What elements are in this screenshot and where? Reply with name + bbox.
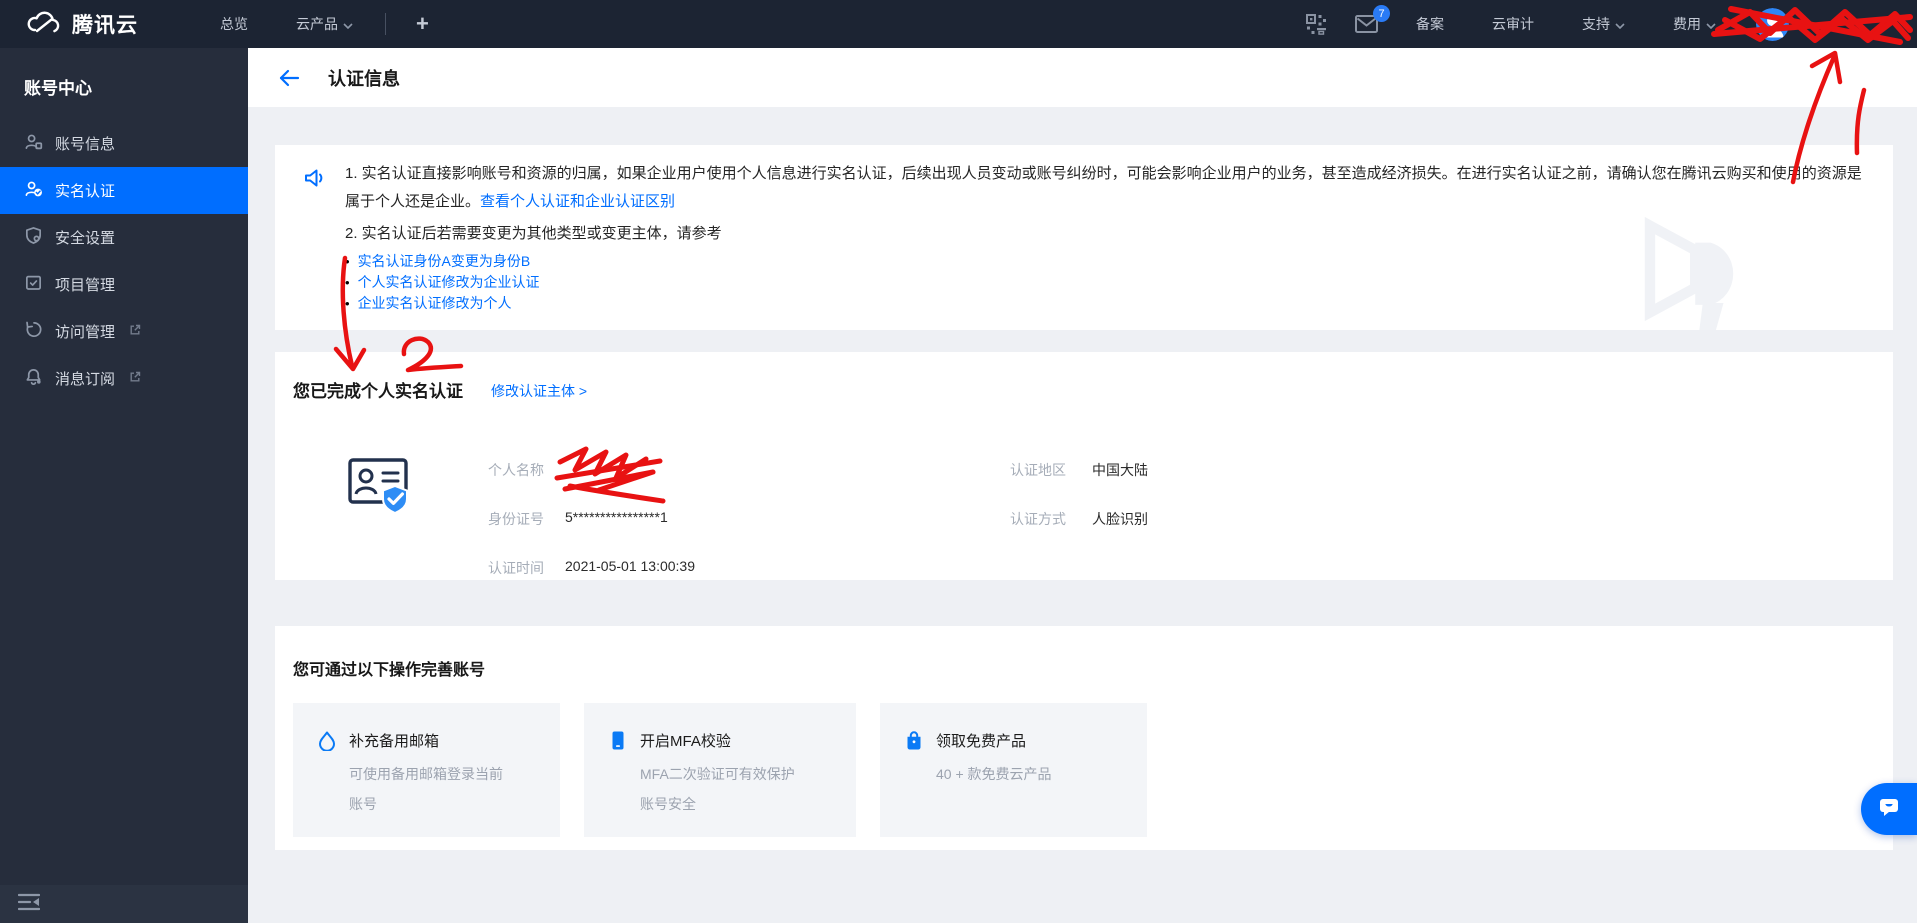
auth-time-label: 认证时间 — [488, 558, 544, 578]
tile-description: MFA二次验证可有效保护账号安全 — [640, 759, 802, 819]
notice-card: 1. 实名认证直接影响账号和资源的归属，如果企业用户使用个人信息进行实名认证，后… — [275, 145, 1893, 330]
tile-enable-mfa[interactable]: 开启MFA校验 MFA二次验证可有效保护账号安全 — [584, 703, 856, 837]
page-title: 认证信息 — [328, 65, 400, 91]
user-card-icon — [24, 132, 43, 155]
announcement-icon — [303, 166, 327, 195]
change-identity-link[interactable]: 实名认证身份A变更为身份B — [345, 251, 1862, 272]
logo-text: 腾讯云 — [72, 9, 138, 39]
topbar-right: 7 备案 云审计 支持 费用 — [1292, 0, 1905, 48]
nav-cloud-audit[interactable]: 云审计 — [1468, 0, 1558, 48]
sidebar-item-account-info[interactable]: 账号信息 — [0, 120, 248, 167]
sidebar-item-project-management[interactable]: 项目管理 — [0, 261, 248, 308]
droplet-icon — [317, 730, 337, 756]
tile-title: 开启MFA校验 — [640, 730, 731, 751]
sidebar-title: 账号中心 — [0, 48, 248, 120]
tile-backup-email[interactable]: 补充备用邮箱 可使用备用邮箱登录当前账号 — [293, 703, 560, 837]
id-number-value: 5****************1 — [565, 509, 668, 525]
sidebar-item-access-management[interactable]: 访问管理 — [0, 308, 248, 355]
verification-title: 您已完成个人实名认证 — [293, 377, 463, 402]
chat-bubble-icon — [1877, 795, 1901, 824]
tencent-cloud-logo[interactable]: 腾讯云 — [26, 9, 138, 40]
auth-region-value: 中国大陆 — [1092, 460, 1148, 480]
account-actions-card: 您可通过以下操作完善账号 补充备用邮箱 可使用备用邮箱登录当前账号 开启MFA校… — [275, 626, 1893, 850]
nav-billing[interactable]: 费用 — [1649, 0, 1740, 48]
auth-time-value: 2021-05-01 13:00:39 — [565, 558, 695, 574]
sidebar-item-label: 账号信息 — [55, 133, 115, 154]
auth-method-value: 人脸识别 — [1092, 509, 1148, 529]
bell-icon — [24, 367, 43, 390]
back-button[interactable] — [278, 68, 300, 88]
project-check-icon — [24, 273, 43, 296]
chevron-down-icon — [1706, 16, 1716, 32]
shield-icon — [24, 226, 43, 249]
avatar[interactable] — [1756, 8, 1789, 41]
sidebar-item-label: 项目管理 — [55, 274, 115, 295]
sidebar-item-label: 消息订阅 — [55, 368, 115, 389]
topbar-divider — [385, 13, 386, 35]
nav-overview[interactable]: 总览 — [196, 0, 272, 48]
nav-support[interactable]: 支持 — [1558, 0, 1649, 48]
shopping-bag-icon — [904, 730, 924, 756]
sidebar-item-message-subscription[interactable]: 消息订阅 — [0, 355, 248, 402]
mail-unread-badge: 7 — [1373, 5, 1390, 22]
tile-description: 可使用备用邮箱登录当前账号 — [349, 759, 511, 819]
cloud-logo-icon — [26, 9, 62, 40]
sidebar-collapse-button[interactable] — [0, 885, 248, 923]
sidebar: 账号中心 账号信息 实名认证 安全设置 — [0, 48, 248, 923]
external-link-icon — [129, 323, 141, 340]
sidebar-item-label: 访问管理 — [55, 321, 115, 342]
name-label: 个人名称 — [488, 460, 544, 480]
topbar: 腾讯云 总览 云产品 + 7 备案 — [0, 0, 1917, 48]
tile-title: 补充备用邮箱 — [349, 730, 439, 751]
chevron-down-icon — [1615, 16, 1625, 32]
actions-title: 您可通过以下操作完善账号 — [293, 656, 485, 680]
id-card-verified-icon — [345, 450, 411, 521]
phone-icon — [608, 730, 628, 756]
personal-to-enterprise-link[interactable]: 个人实名认证修改为企业认证 — [345, 272, 1862, 293]
tile-description: 40 + 款免费云产品 — [936, 759, 1098, 789]
sidebar-item-label: 安全设置 — [55, 227, 115, 248]
sidebar-item-label: 实名认证 — [55, 180, 115, 201]
notice-paragraph-1: 1. 实名认证直接影响账号和资源的归属，如果企业用户使用个人信息进行实名认证，后… — [345, 160, 1862, 216]
user-check-icon — [24, 179, 43, 202]
tile-free-products[interactable]: 领取免费产品 40 + 款免费云产品 — [880, 703, 1147, 837]
verification-card: 您已完成个人实名认证 修改认证主体 > 个人名称 身份证号 5*********… — [275, 352, 1893, 580]
scan-qr-icon[interactable] — [1292, 0, 1341, 48]
chevron-down-icon — [343, 16, 353, 32]
tile-title: 领取免费产品 — [936, 730, 1026, 751]
notice-paragraph-2: 2. 实名认证后若需要变更为其他类型或变更主体，请参考 — [345, 223, 1862, 245]
page-header: 认证信息 — [248, 48, 1917, 107]
auth-region-label: 认证地区 — [1010, 460, 1066, 480]
enterprise-to-personal-link[interactable]: 企业实名认证修改为个人 — [345, 293, 1862, 314]
notice-body: 1. 实名认证直接影响账号和资源的归属，如果企业用户使用个人信息进行实名认证，后… — [345, 160, 1862, 314]
mail-icon[interactable]: 7 — [1341, 0, 1392, 48]
sidebar-item-real-name-auth[interactable]: 实名认证 — [0, 167, 248, 214]
notice-link-list: 实名认证身份A变更为身份B 个人实名认证修改为企业认证 企业实名认证修改为个人 — [345, 251, 1862, 314]
add-tab-button[interactable]: + — [394, 11, 451, 37]
nav-beian[interactable]: 备案 — [1392, 0, 1468, 48]
collapse-menu-icon — [18, 893, 40, 916]
top-navigation: 总览 云产品 + — [196, 0, 451, 48]
nav-cloud-products[interactable]: 云产品 — [272, 0, 377, 48]
compare-auth-link[interactable]: 查看个人认证和企业认证区别 — [480, 193, 675, 210]
auth-method-label: 认证方式 — [1010, 509, 1066, 529]
external-link-icon — [129, 370, 141, 387]
modify-subject-link[interactable]: 修改认证主体 > — [491, 381, 587, 401]
chat-support-button[interactable] — [1861, 783, 1917, 835]
username-scribbled[interactable] — [1797, 12, 1905, 36]
access-circle-icon — [24, 320, 43, 343]
sidebar-item-security-settings[interactable]: 安全设置 — [0, 214, 248, 261]
id-number-label: 身份证号 — [488, 509, 544, 529]
